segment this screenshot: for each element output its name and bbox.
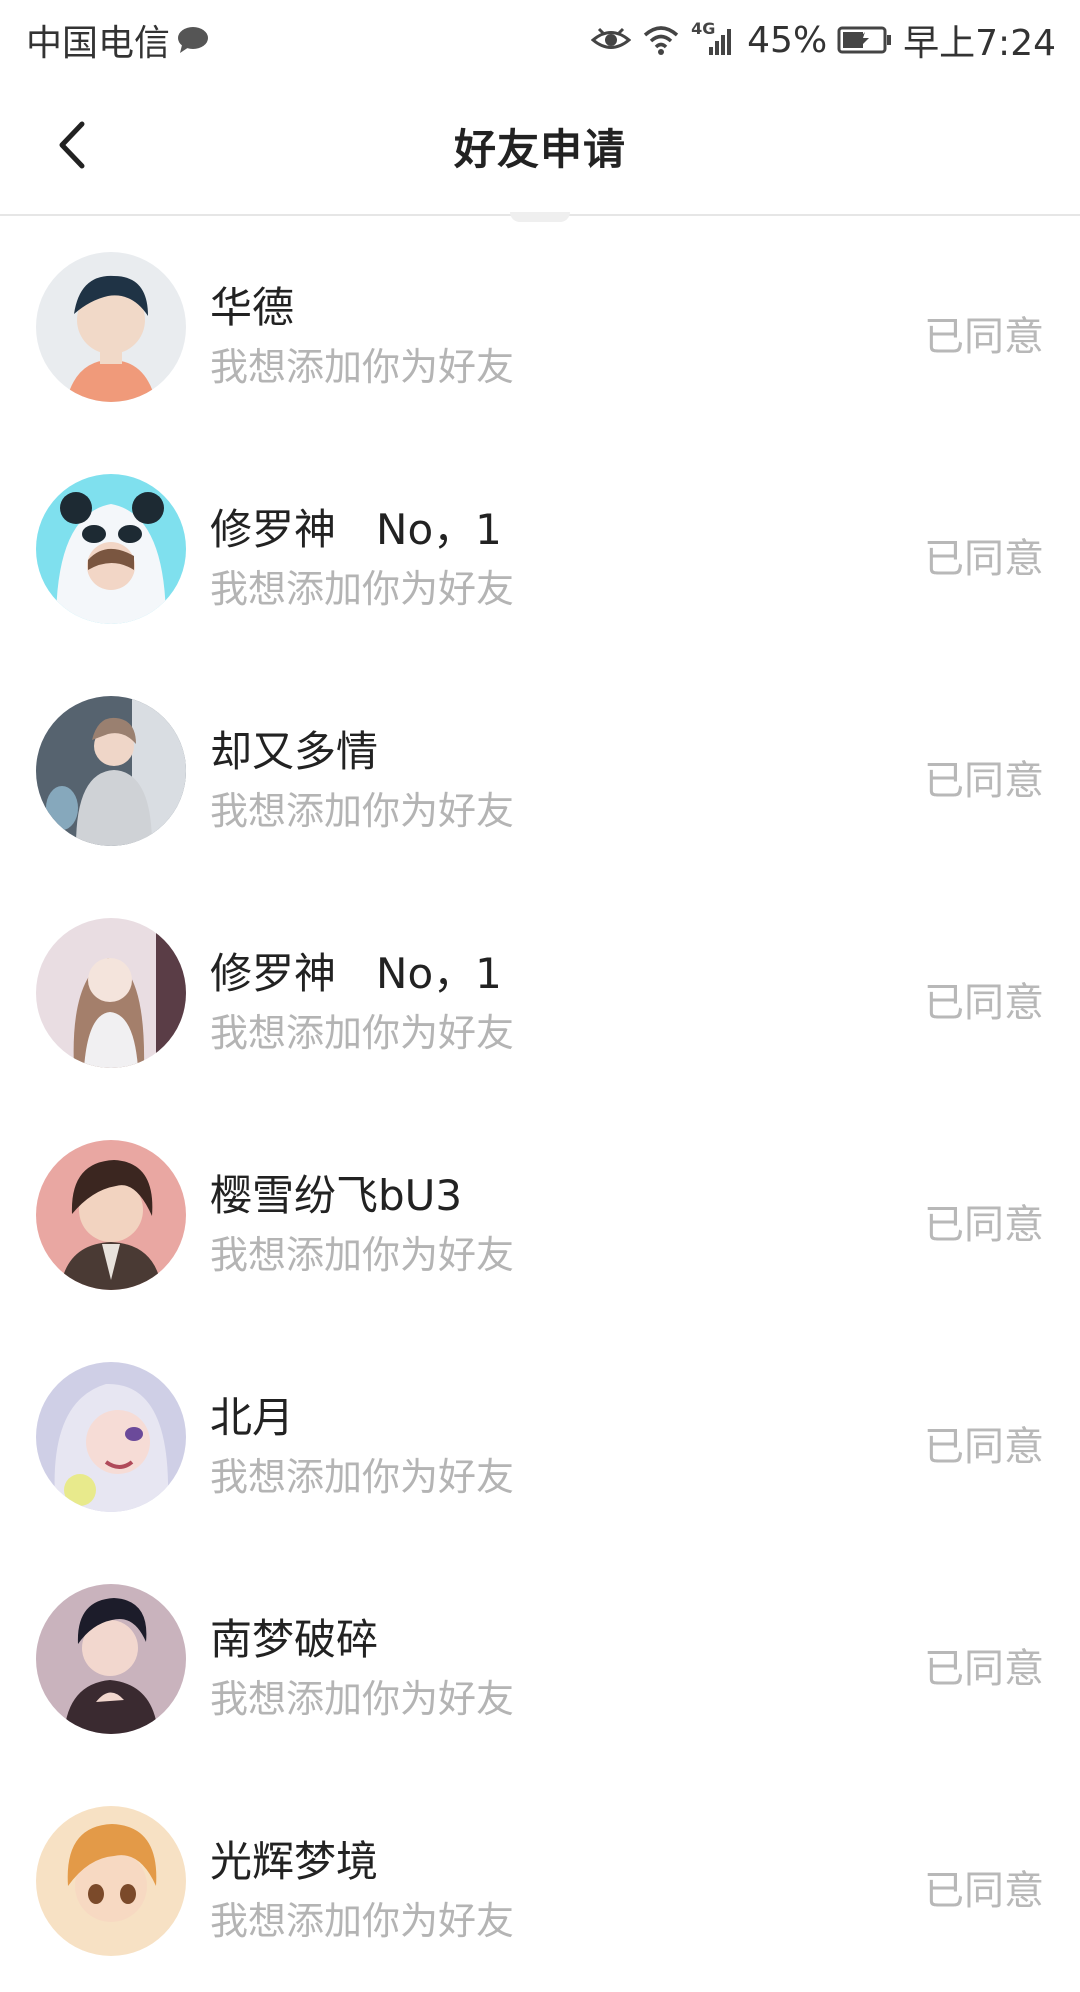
requester-name: 樱雪纷飞bU3: [210, 1171, 463, 1220]
request-status: 已同意: [924, 758, 1044, 804]
avatar[interactable]: [36, 1806, 186, 1956]
header-bar: 好友申请: [0, 76, 1080, 216]
page-title: 好友申请: [453, 125, 626, 174]
friend-request-list: 华德 我想添加你为好友 已同意 修罗神 No，1 我想添加你为好友 已同意 却又…: [0, 216, 1080, 1992]
list-item[interactable]: 华德 我想添加你为好友 已同意: [0, 216, 1080, 438]
list-item[interactable]: 修罗神 No，1 我想添加你为好友 已同意: [0, 438, 1080, 660]
request-status: 已同意: [924, 1424, 1044, 1470]
avatar[interactable]: [36, 1362, 186, 1512]
request-status: 已同意: [924, 314, 1044, 360]
requester-name: 南梦破碎: [210, 1615, 379, 1664]
avatar[interactable]: [36, 1584, 186, 1734]
list-item[interactable]: 光辉梦境 我想添加你为好友 已同意: [0, 1770, 1080, 1992]
request-status: 已同意: [924, 1202, 1044, 1248]
list-item[interactable]: 南梦破碎 我想添加你为好友 已同意: [0, 1548, 1080, 1770]
signal-icon: 4G: [691, 19, 737, 57]
wifi-icon: [643, 26, 679, 55]
request-message: 我想添加你为好友: [210, 789, 515, 833]
avatar[interactable]: [36, 696, 186, 846]
battery-percent: 45%: [747, 19, 828, 61]
eye-icon: [591, 27, 632, 49]
avatar[interactable]: [36, 1140, 186, 1290]
list-item[interactable]: 北月 我想添加你为好友 已同意: [0, 1326, 1080, 1548]
request-message: 我想添加你为好友: [210, 567, 515, 611]
requester-name: 北月: [210, 1393, 295, 1442]
carrier-label: 中国电信: [26, 23, 171, 64]
request-status: 已同意: [924, 1868, 1044, 1914]
avatar[interactable]: [36, 474, 186, 624]
requester-name: 修罗神 No，1: [210, 505, 502, 554]
requester-name: 华德: [210, 283, 295, 332]
status-bar: 中国电信 4G 45% 早上7:24: [0, 0, 1080, 76]
requester-name: 却又多情: [210, 727, 379, 776]
request-message: 我想添加你为好友: [210, 1455, 515, 1499]
request-status: 已同意: [924, 536, 1044, 582]
clock: 早上7:24: [903, 23, 1056, 64]
request-message: 我想添加你为好友: [210, 1899, 515, 1943]
request-message: 我想添加你为好友: [210, 1677, 515, 1721]
request-status: 已同意: [924, 980, 1044, 1026]
avatar[interactable]: [36, 252, 186, 402]
list-item[interactable]: 修罗神 No，1 我想添加你为好友 已同意: [0, 882, 1080, 1104]
request-status: 已同意: [924, 1646, 1044, 1692]
carrier-group: 中国电信: [26, 14, 210, 66]
requester-name: 光辉梦境: [210, 1837, 379, 1886]
battery-icon: [837, 26, 892, 54]
chat-bubble-icon: [178, 27, 209, 53]
list-item[interactable]: 却又多情 我想添加你为好友 已同意: [0, 660, 1080, 882]
request-message: 我想添加你为好友: [210, 345, 515, 389]
request-message: 我想添加你为好友: [210, 1011, 515, 1055]
list-item[interactable]: 樱雪纷飞bU3 我想添加你为好友 已同意: [0, 1104, 1080, 1326]
status-icons: 4G 45% 早上7:24: [591, 14, 1056, 66]
avatar[interactable]: [36, 918, 186, 1068]
requester-name: 修罗神 No，1: [210, 949, 502, 998]
request-message: 我想添加你为好友: [210, 1233, 515, 1277]
